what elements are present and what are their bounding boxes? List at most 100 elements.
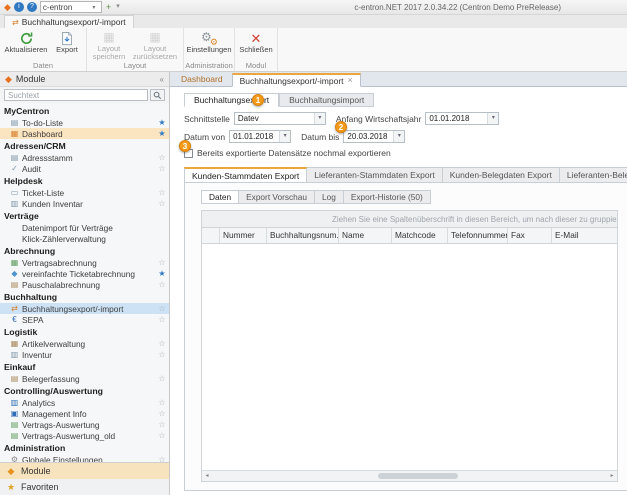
- sidebar-header: ◆ Module «: [0, 72, 169, 87]
- export-button[interactable]: Export: [50, 29, 84, 61]
- favorite-star-icon[interactable]: ☆: [157, 431, 169, 440]
- ribbon-group-modul: ✕ Schließen Modul: [235, 28, 278, 71]
- sidebar-item-klick-zaehlerverwaltung[interactable]: Klick-Zählerverwaltung: [0, 233, 169, 244]
- ribbon-tab-buchhaltungsexport[interactable]: ⇄ Buchhaltungsexport/-import: [4, 15, 134, 28]
- favorite-star-icon[interactable]: ☆: [157, 188, 169, 197]
- favorite-star-icon[interactable]: ☆: [157, 339, 169, 348]
- sidebar-item-todo-liste[interactable]: ▤ To-do-Liste ★: [0, 117, 169, 128]
- favorite-star-icon[interactable]: ☆: [157, 258, 169, 267]
- layout-speichern-button[interactable]: ▦ Layout speichern: [89, 29, 129, 61]
- tab-buchhaltungsexport-import[interactable]: Buchhaltungsexport/-import ×: [232, 73, 361, 87]
- favorite-star-icon[interactable]: ☆: [157, 304, 169, 313]
- help-icon[interactable]: ?: [27, 2, 37, 12]
- sidebar-item-vertragsabrechnung[interactable]: ▦ Vertragsabrechnung ☆: [0, 257, 169, 268]
- einstellungen-button[interactable]: ⚙⚙ Einstellungen: [186, 29, 232, 61]
- sidebar-item-belegerfassung[interactable]: ▤ Belegerfassung ☆: [0, 373, 169, 384]
- favorite-star-icon[interactable]: ☆: [157, 455, 169, 462]
- sidebar-item-analytics[interactable]: ▥ Analytics ☆: [0, 397, 169, 408]
- sidebar-item-globale-einstellungen[interactable]: ⚙ Globale Einstellungen ☆: [0, 454, 169, 462]
- tab-kunden-belegdaten-export[interactable]: Kunden-Belegdaten Export: [443, 167, 560, 183]
- sidebar-item-datenimport-vertraege[interactable]: Datenimport für Verträge: [0, 222, 169, 233]
- sidebar-item-adressstamm[interactable]: ▤ Adressstamm ☆: [0, 152, 169, 163]
- schliessen-button[interactable]: ✕ Schließen: [237, 29, 275, 61]
- scrollbar-track[interactable]: [212, 471, 607, 481]
- tab-lieferanten-belegdaten-export[interactable]: Lieferanten-Belegdaten Export: [560, 167, 627, 183]
- column-header-buchhaltungsnummer[interactable]: Buchhaltungsnum...: [267, 228, 339, 243]
- favorite-star-icon[interactable]: ☆: [157, 199, 169, 208]
- scroll-right-icon[interactable]: ▸: [607, 472, 617, 481]
- tab-lieferanten-stammdaten-export[interactable]: Lieferanten-Stammdaten Export: [307, 167, 442, 183]
- chevron-down-icon[interactable]: ▾: [89, 4, 99, 11]
- sidebar-item-audit[interactable]: ✓ Audit ☆: [0, 163, 169, 174]
- sidebar-item-vertrags-auswertung[interactable]: ▤ Vertrags-Auswertung ☆: [0, 419, 169, 430]
- tab-dashboard[interactable]: Dashboard: [174, 72, 230, 86]
- favorite-star-icon[interactable]: ☆: [157, 280, 169, 289]
- favorite-star-icon[interactable]: ☆: [157, 164, 169, 173]
- sidebar-item-ticket-liste[interactable]: ▭ Ticket-Liste ☆: [0, 187, 169, 198]
- tab-close-icon[interactable]: ×: [348, 76, 353, 85]
- tab-kunden-stammdaten-export[interactable]: Kunden-Stammdaten Export: [184, 167, 307, 183]
- ribbon-group-label: Administration: [184, 61, 234, 71]
- favorite-star-icon[interactable]: ☆: [157, 153, 169, 162]
- favorite-star-icon[interactable]: ☆: [157, 350, 169, 359]
- collapse-sidebar-icon[interactable]: «: [160, 75, 164, 84]
- date-value: 01.01.2018: [426, 114, 487, 123]
- favorite-star-icon[interactable]: ☆: [157, 398, 169, 407]
- favorite-star-icon[interactable]: ☆: [157, 374, 169, 383]
- favorite-star-icon[interactable]: ☆: [157, 315, 169, 324]
- module-pane-button[interactable]: ◆ Module: [0, 463, 169, 479]
- item-label: vereinfachte Ticketabrechnung: [22, 269, 154, 279]
- sidebar-item-artikelverwaltung[interactable]: ▦ Artikelverwaltung ☆: [0, 338, 169, 349]
- search-input[interactable]: [4, 89, 148, 101]
- column-header-matchcode[interactable]: Matchcode: [392, 228, 448, 243]
- datum-von-date-picker[interactable]: 01.01.2018 ▾: [229, 130, 291, 143]
- quick-search-combo[interactable]: ▾: [40, 1, 102, 13]
- tab-buchhaltungsimport[interactable]: Buchhaltungsimport: [279, 93, 374, 107]
- favorites-pane-button[interactable]: ★ Favoriten: [0, 479, 169, 495]
- tab-export-vorschau[interactable]: Export Vorschau: [239, 190, 315, 204]
- favorite-star-icon[interactable]: ★: [157, 118, 169, 127]
- sidebar-item-management-info[interactable]: ▣ Management Info ☆: [0, 408, 169, 419]
- search-button[interactable]: [150, 89, 165, 101]
- schnittstelle-select[interactable]: Datev ▾: [234, 112, 326, 125]
- column-header-fax[interactable]: Fax: [508, 228, 552, 243]
- sidebar-item-vereinfachte-ticketabrechnung[interactable]: ◆ vereinfachte Ticketabrechnung ★: [0, 268, 169, 279]
- tab-daten[interactable]: Daten: [201, 190, 239, 204]
- chevron-down-icon[interactable]: ▾: [314, 113, 325, 124]
- scroll-left-icon[interactable]: ◂: [202, 472, 212, 481]
- chevron-down-icon[interactable]: ▾: [279, 131, 290, 142]
- column-header-name[interactable]: Name: [339, 228, 392, 243]
- favorite-star-icon[interactable]: ☆: [157, 420, 169, 429]
- horizontal-scrollbar[interactable]: ◂ ▸: [202, 470, 617, 481]
- aktualisieren-button[interactable]: Aktualisieren: [2, 29, 50, 61]
- tab-buchhaltungsexport[interactable]: Buchhaltungsexport: [184, 93, 279, 107]
- chevron-down-icon[interactable]: ▾: [487, 113, 498, 124]
- layout-zuruecksetzen-button[interactable]: ▦ Layout zurücksetzen: [129, 29, 181, 61]
- sidebar-item-inventur[interactable]: ▥ Inventur ☆: [0, 349, 169, 360]
- tab-export-historie[interactable]: Export-Historie (50): [344, 190, 431, 204]
- favorite-star-icon[interactable]: ★: [157, 129, 169, 138]
- pane-label: Favoriten: [21, 482, 59, 492]
- sidebar-item-kunden-inventar[interactable]: ▥ Kunden Inventar ☆: [0, 198, 169, 209]
- toolbar-overflow-icon[interactable]: ▾: [115, 2, 121, 12]
- column-header-telefonnummer[interactable]: Telefonnummer: [448, 228, 508, 243]
- quick-search-input[interactable]: [41, 3, 89, 12]
- sidebar-item-pauschalabrechnung[interactable]: ▤ Pauschalabrechnung ☆: [0, 279, 169, 290]
- button-label: Layout zurücksetzen: [129, 45, 181, 62]
- section-title-administration: Administration: [0, 441, 169, 454]
- add-button[interactable]: +: [105, 2, 112, 12]
- chevron-down-icon[interactable]: ▾: [393, 131, 404, 142]
- datum-bis-date-picker[interactable]: 20.03.2018 ▾: [343, 130, 405, 143]
- favorite-star-icon[interactable]: ☆: [157, 409, 169, 418]
- favorite-star-icon[interactable]: ★: [157, 269, 169, 278]
- sidebar-item-buchhaltungsexport-import[interactable]: ⇄ Buchhaltungsexport/-import ☆: [0, 303, 169, 314]
- scrollbar-thumb[interactable]: [378, 473, 458, 479]
- column-header-email[interactable]: E-Mail: [552, 228, 617, 243]
- sidebar-item-sepa[interactable]: € SEPA ☆: [0, 314, 169, 325]
- column-header-nummer[interactable]: Nummer: [220, 228, 267, 243]
- tab-log[interactable]: Log: [315, 190, 344, 204]
- wirtschaftsjahr-date-picker[interactable]: 01.01.2018 ▾: [425, 112, 499, 125]
- sidebar-item-vertrags-auswertung-old[interactable]: ▤ Vertrags-Auswertung_old ☆: [0, 430, 169, 441]
- info-icon[interactable]: i: [14, 2, 24, 12]
- sidebar-item-dashboard[interactable]: ▦ Dashboard ★: [0, 128, 169, 139]
